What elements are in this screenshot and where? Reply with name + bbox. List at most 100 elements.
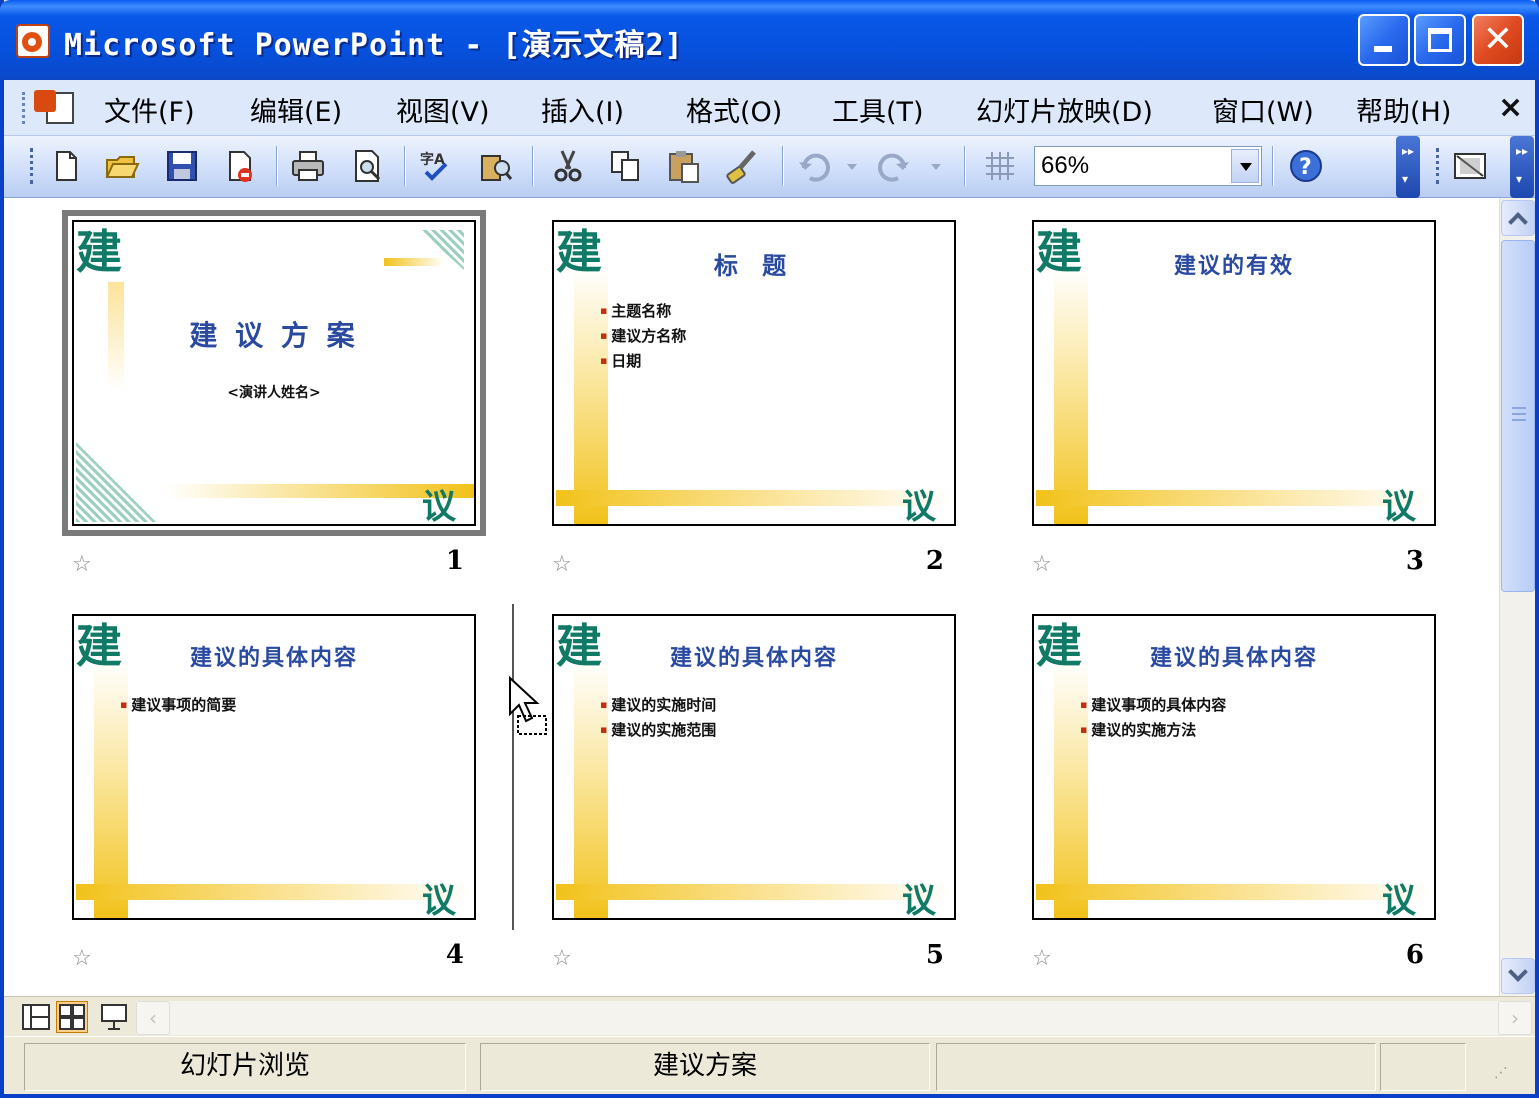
slide-thumbnail[interactable]: 建 议 建议的具体内容 建议事项的简要 ☆ 4 — [72, 614, 476, 994]
slide-3-preview[interactable]: 建 议 建议的有效 — [1032, 220, 1436, 526]
research-icon[interactable] — [478, 148, 514, 184]
help-icon[interactable]: ? — [1288, 148, 1324, 184]
grip-lines-icon — [1512, 407, 1526, 421]
document-icon[interactable] — [32, 88, 80, 128]
powerpoint-app-icon[interactable] — [16, 24, 50, 58]
slide-sorter-pane[interactable]: 建 议 建 议 方 案 <演讲人姓名> ☆ 1 建 议 标 题 主题名称 建议方… — [4, 198, 1499, 996]
close-icon: ✕ — [1482, 19, 1514, 60]
window-title: Microsoft PowerPoint - [演示文稿2] — [64, 28, 684, 63]
slide-number: 2 — [925, 546, 944, 576]
status-design-name: 建议方案 — [480, 1043, 930, 1091]
slide-thumbnail[interactable]: 建 议 建议的具体内容 建议事项的具体内容 建议的实施方法 ☆ 6 — [1032, 614, 1436, 994]
menu-format[interactable]: 格式(O) — [686, 90, 782, 129]
menu-file[interactable]: 文件(F) — [104, 90, 195, 129]
scroll-down-button[interactable] — [1501, 958, 1535, 994]
minimize-button[interactable] — [1358, 14, 1410, 66]
slide-title: 建议的具体内容 — [189, 645, 358, 671]
bullet-list: 建议事项的具体内容 建议的实施方法 — [1080, 694, 1226, 744]
chevron-left-icon[interactable]: ‹ — [136, 1001, 170, 1035]
undo-dropdown-icon[interactable] — [842, 148, 862, 184]
slide-6-preview[interactable]: 建 议 建议的具体内容 建议事项的具体内容 建议的实施方法 — [1032, 614, 1436, 920]
slide-sorter-view-button[interactable] — [56, 1001, 88, 1033]
toolbar-options-chevron-icon[interactable]: ▸▸ ▾ — [1510, 136, 1534, 198]
redo-icon[interactable] — [876, 148, 912, 184]
toolbar-separator — [782, 146, 784, 186]
chevron-right-icon[interactable]: › — [1498, 1001, 1532, 1035]
close-button[interactable]: ✕ — [1472, 14, 1524, 66]
transition-star-icon[interactable]: ☆ — [552, 552, 572, 577]
slide-thumbnail[interactable]: 建 议 建议的有效 ☆ 3 — [1032, 220, 1436, 600]
format-painter-icon[interactable] — [724, 148, 760, 184]
slide-title: 建议的具体内容 — [669, 645, 838, 671]
slide-number: 3 — [1405, 546, 1424, 576]
bullet-list: 主题名称 建议方名称 日期 — [600, 300, 686, 375]
menubar-grip[interactable] — [22, 92, 26, 124]
toolbar-grip[interactable] — [1436, 148, 1440, 184]
slide-2-preview[interactable]: 建 议 标 题 主题名称 建议方名称 日期 — [552, 220, 956, 526]
zoom-input[interactable] — [1035, 147, 1225, 185]
undo-icon[interactable] — [796, 148, 832, 184]
menu-window[interactable]: 窗口(W) — [1212, 90, 1314, 129]
menu-view[interactable]: 视图(V) — [396, 90, 490, 129]
chevron-up-icon — [1508, 212, 1528, 232]
decor-yi: 议 — [902, 487, 936, 526]
save-icon[interactable] — [164, 148, 200, 184]
slide-number: 1 — [445, 546, 464, 576]
document-close-icon[interactable]: × — [1498, 90, 1523, 125]
menu-help[interactable]: 帮助(H) — [1356, 90, 1451, 129]
scroll-thumb[interactable] — [1501, 240, 1535, 592]
toolbar-separator — [404, 146, 406, 186]
toolbar-grip[interactable] — [30, 148, 34, 184]
print-icon[interactable] — [290, 148, 326, 184]
status-bar: 幻灯片浏览 建议方案 ⋰ — [4, 1036, 1535, 1094]
grid-icon[interactable] — [982, 148, 1018, 184]
menu-insert[interactable]: 插入(I) — [541, 90, 624, 129]
bullet-item: 日期 — [600, 350, 686, 375]
slideshow-view-icon[interactable] — [98, 1001, 130, 1033]
copy-icon[interactable] — [608, 148, 644, 184]
zoom-combobox[interactable] — [1034, 146, 1262, 186]
corner-ornament — [76, 442, 156, 522]
menu-tools[interactable]: 工具(T) — [832, 90, 924, 129]
slide-thumbnail[interactable]: 建 议 建 议 方 案 <演讲人姓名> ☆ 1 — [62, 210, 486, 600]
decor-yi: 议 — [1382, 881, 1416, 920]
print-preview-icon[interactable] — [350, 148, 386, 184]
cut-icon[interactable] — [550, 148, 586, 184]
open-icon[interactable] — [104, 148, 140, 184]
paste-icon[interactable] — [666, 148, 702, 184]
spelling-icon[interactable]: 字A — [418, 148, 454, 184]
transition-star-icon[interactable]: ☆ — [1032, 946, 1052, 971]
decor-jian: 建 — [76, 225, 122, 279]
transition-star-icon[interactable]: ☆ — [1032, 552, 1052, 577]
bullet-item: 建议方名称 — [600, 325, 686, 350]
slide-4-preview[interactable]: 建 议 建议的具体内容 建议事项的简要 — [72, 614, 476, 920]
maximize-button[interactable] — [1414, 14, 1466, 66]
slide-1-preview[interactable]: 建 议 建 议 方 案 <演讲人姓名> — [72, 220, 476, 526]
normal-view-icon[interactable] — [20, 1001, 52, 1033]
slide-title: 建议的有效 — [1173, 253, 1294, 279]
scroll-up-button[interactable] — [1501, 200, 1535, 236]
view-buttons-bar: ‹ › — [4, 996, 1535, 1036]
transition-star-icon[interactable]: ☆ — [72, 552, 92, 577]
decor-yi: 议 — [1382, 487, 1416, 526]
menu-edit[interactable]: 编辑(E) — [250, 90, 342, 129]
bullet-item: 建议的实施时间 — [600, 694, 716, 719]
title-bar[interactable]: Microsoft PowerPoint - [演示文稿2] ✕ — [0, 0, 1539, 80]
redo-dropdown-icon[interactable] — [926, 148, 946, 184]
color-grayscale-icon[interactable] — [1452, 148, 1488, 184]
svg-text:字A: 字A — [420, 151, 445, 168]
horizontal-scrollbar[interactable]: ‹ › — [136, 1001, 1532, 1035]
toolbar-options-chevron-icon[interactable]: ▸▸ ▾ — [1396, 136, 1420, 198]
permission-icon[interactable] — [222, 148, 258, 184]
zoom-dropdown-arrow-icon[interactable] — [1231, 149, 1259, 183]
menu-slideshow[interactable]: 幻灯片放映(D) — [976, 90, 1153, 129]
transition-star-icon[interactable]: ☆ — [552, 946, 572, 971]
slide-5-preview[interactable]: 建 议 建议的具体内容 建议的实施时间 建议的实施范围 — [552, 614, 956, 920]
vertical-scrollbar[interactable] — [1499, 198, 1535, 996]
resize-grip-icon[interactable]: ⋰ — [1470, 1043, 1532, 1091]
new-icon[interactable] — [48, 148, 84, 184]
powerpoint-window: Microsoft PowerPoint - [演示文稿2] ✕ 文件(F) 编… — [0, 0, 1539, 1098]
transition-star-icon[interactable]: ☆ — [72, 946, 92, 971]
slide-thumbnail[interactable]: 建 议 标 题 主题名称 建议方名称 日期 ☆ 2 — [552, 220, 956, 600]
slide-thumbnail[interactable]: 建 议 建议的具体内容 建议的实施时间 建议的实施范围 ☆ 5 — [552, 614, 956, 994]
